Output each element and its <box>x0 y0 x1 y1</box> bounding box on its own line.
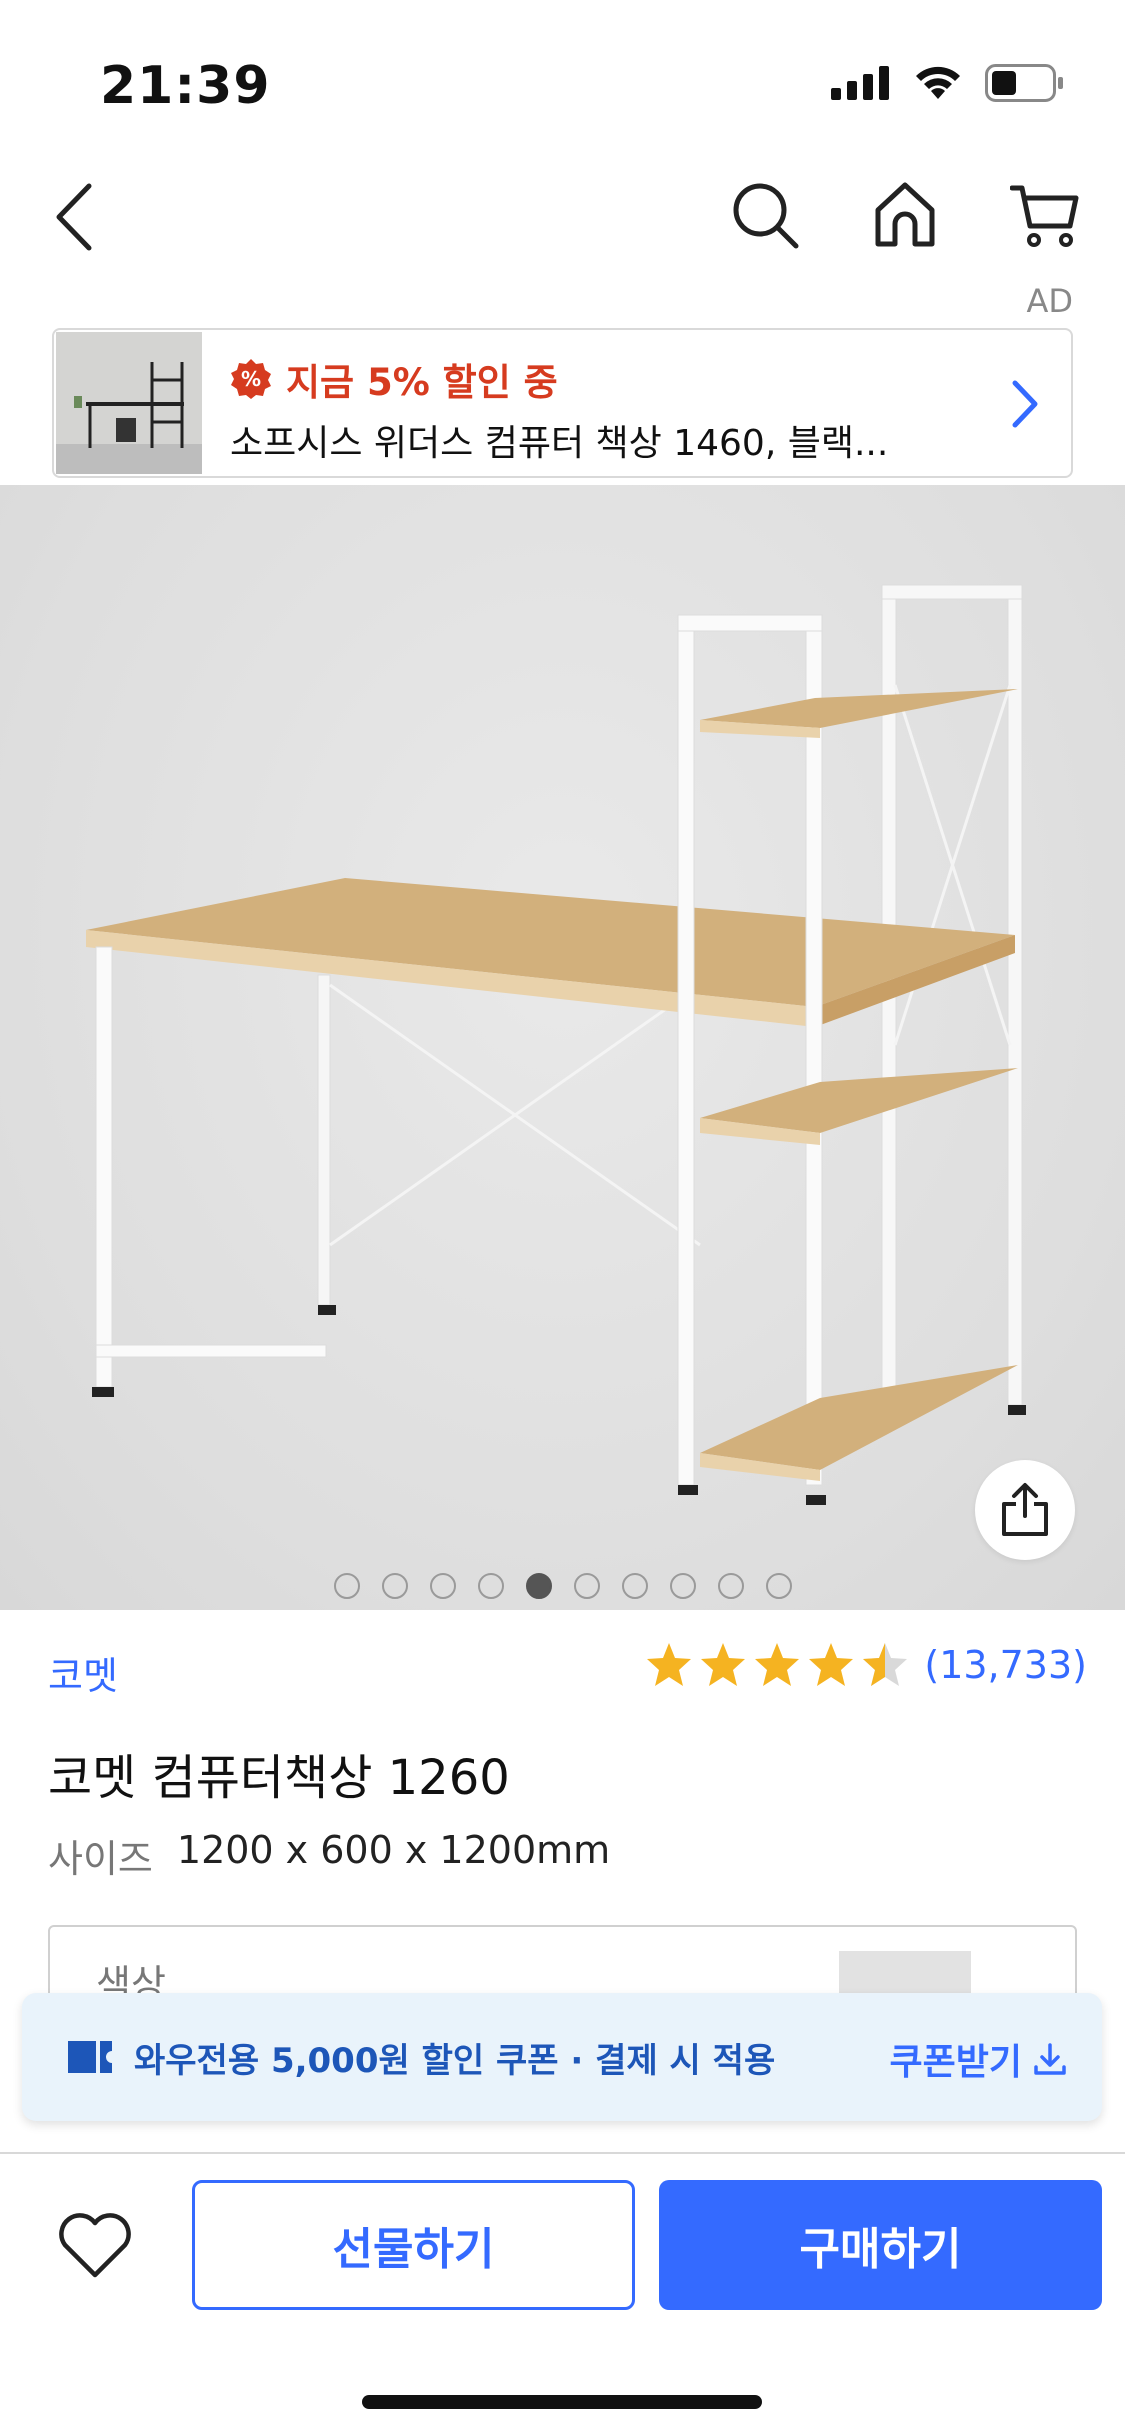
size-value: 1200 x 600 x 1200mm <box>176 1828 611 1872</box>
star-icon <box>647 1643 692 1686</box>
share-icon <box>1002 1483 1048 1536</box>
back-button[interactable] <box>38 172 108 262</box>
pagination-dot[interactable] <box>381 1573 408 1599</box>
signal-icon <box>831 66 889 100</box>
wishlist-button[interactable] <box>50 2200 140 2290</box>
pagination-dot[interactable] <box>765 1573 792 1599</box>
star-icon <box>809 1643 854 1686</box>
ad-thumbnail <box>56 332 202 474</box>
coupon-banner[interactable]: 와우전용 5,000원 할인 쿠폰 · 결제 시 적용 쿠폰받기 <box>22 1993 1102 2121</box>
search-icon <box>733 183 799 249</box>
home-icon <box>875 182 935 247</box>
nav-actions <box>725 170 1085 260</box>
brand-link[interactable]: 코멧 <box>48 1645 118 1700</box>
ad-label: AD <box>1026 282 1073 320</box>
share-button[interactable] <box>975 1460 1075 1560</box>
chevron-right-icon <box>1005 374 1045 434</box>
coupon-text: 와우전용 5,000원 할인 쿠폰 · 결제 시 적용 <box>134 2040 776 2081</box>
pagination-dot[interactable] <box>573 1573 600 1599</box>
pagination-dot[interactable] <box>477 1573 504 1599</box>
battery-icon <box>985 64 1063 102</box>
pagination-dot[interactable] <box>717 1573 744 1599</box>
coupon-icon <box>66 2037 114 2077</box>
pagination-dot[interactable] <box>333 1573 360 1599</box>
ad-promo: % 지금 5% 할인 중 <box>230 352 558 406</box>
pagination-dot-active[interactable] <box>525 1573 552 1599</box>
home-indicator <box>362 2395 762 2409</box>
size-row: 사이즈 1200 x 600 x 1200mm <box>48 1828 610 1883</box>
gift-button[interactable]: 선물하기 <box>192 2180 635 2310</box>
svg-text:%: % <box>241 367 261 391</box>
pagination-dot[interactable] <box>429 1573 456 1599</box>
search-button[interactable] <box>725 170 805 260</box>
image-pagination <box>0 1573 1125 1599</box>
half-star-icon <box>863 1643 908 1686</box>
buy-button[interactable]: 구매하기 <box>659 2180 1102 2310</box>
ad-promo-text: 지금 5% 할인 중 <box>286 361 558 404</box>
discount-badge-icon: % <box>230 358 272 400</box>
wifi-icon <box>916 66 960 99</box>
rating[interactable]: (13,733) <box>644 1640 1087 1690</box>
product-title: 코멧 컴퓨터책상 1260 <box>48 1750 510 1806</box>
star-icon <box>701 1643 746 1686</box>
star-rating <box>644 1640 910 1690</box>
ad-title: 소프시스 위더스 컴퓨터 책상 1460, 블랙... <box>230 423 889 464</box>
status-bar: 21:39 <box>0 0 1125 180</box>
ad-banner[interactable]: % 지금 5% 할인 중 소프시스 위더스 컴퓨터 책상 1460, 블랙... <box>52 328 1073 478</box>
pagination-dot[interactable] <box>669 1573 696 1599</box>
coupon-download-button[interactable]: 쿠폰받기 <box>890 2033 1068 2085</box>
chevron-left-icon <box>56 183 92 251</box>
desk-illustration <box>86 584 1026 1505</box>
nav-bar <box>0 160 1125 270</box>
cart-icon <box>1010 185 1079 247</box>
status-icons <box>831 64 1065 102</box>
cart-button[interactable] <box>1005 170 1085 260</box>
size-label: 사이즈 <box>48 1837 153 1881</box>
coupon-action-label: 쿠폰받기 <box>889 2042 1022 2083</box>
review-count[interactable]: (13,733) <box>924 1643 1087 1687</box>
download-icon <box>1034 2043 1066 2075</box>
pagination-dot[interactable] <box>621 1573 648 1599</box>
bottom-divider <box>0 2152 1125 2154</box>
home-button[interactable] <box>865 170 945 260</box>
heart-icon <box>59 2213 131 2278</box>
star-icon <box>755 1643 800 1686</box>
status-time: 21:39 <box>100 56 271 116</box>
product-image[interactable] <box>0 485 1125 1610</box>
